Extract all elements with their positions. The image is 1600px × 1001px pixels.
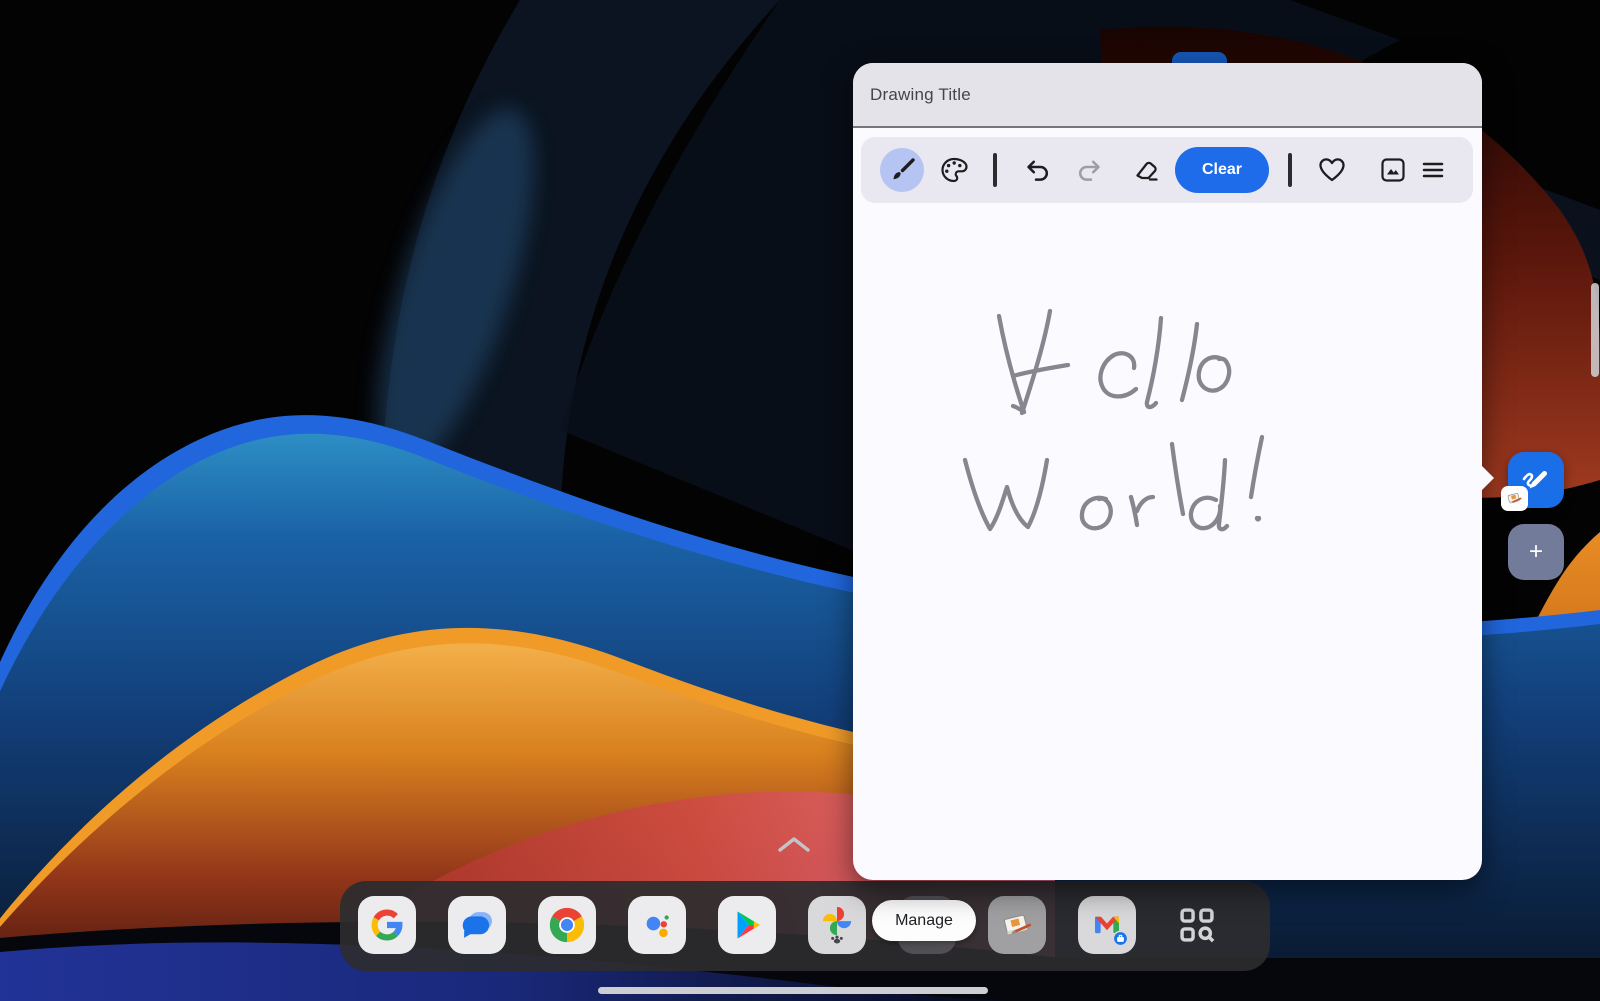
dock-app-grid-search[interactable] xyxy=(1168,896,1226,954)
toolbar-divider xyxy=(1288,153,1292,187)
dock-app-google[interactable] xyxy=(358,896,416,954)
dock-app-messages[interactable] xyxy=(448,896,506,954)
journal-badge xyxy=(1501,486,1528,511)
work-profile-badge-icon xyxy=(1113,931,1127,945)
redo-button[interactable] xyxy=(1075,154,1107,186)
chevron-up-icon xyxy=(775,834,813,854)
brush-tool-button[interactable] xyxy=(886,154,918,186)
undo-button[interactable] xyxy=(1020,154,1052,186)
dock-app-play-store[interactable] xyxy=(718,896,776,954)
dock-app-photos[interactable] xyxy=(808,896,866,954)
panel-expand-arrow[interactable] xyxy=(1481,465,1494,491)
heart-icon xyxy=(1316,154,1348,186)
pen-stroke xyxy=(1022,311,1050,413)
palette-tool-button[interactable] xyxy=(938,154,970,186)
toolbar-divider xyxy=(993,153,997,187)
pen-stroke xyxy=(1013,365,1068,376)
window-title: Drawing Title xyxy=(870,85,971,105)
dock-expand-chevron[interactable] xyxy=(775,834,813,857)
chrome-icon xyxy=(547,905,587,945)
window-titlebar[interactable]: Drawing Title xyxy=(853,63,1482,128)
plus-icon: + xyxy=(1529,538,1543,565)
add-note-button[interactable]: + xyxy=(1508,524,1564,580)
pen-stroke xyxy=(1172,444,1183,514)
pen-stroke xyxy=(965,460,1047,529)
eraser-icon xyxy=(1131,154,1163,186)
manage-tooltip[interactable]: Manage xyxy=(872,900,976,941)
insert-image-button[interactable] xyxy=(1377,154,1409,186)
drawing-app-window: Drawing Title xyxy=(853,63,1482,880)
dock-app-chrome[interactable] xyxy=(538,896,596,954)
handwriting xyxy=(853,203,1482,880)
photos-icon xyxy=(815,903,859,947)
journal-mini-icon xyxy=(1504,489,1525,508)
dock-app-journal[interactable] xyxy=(988,896,1046,954)
drawing-canvas[interactable] xyxy=(853,203,1482,880)
pen-stroke xyxy=(1219,460,1227,529)
image-icon xyxy=(1377,154,1409,186)
hamburger-menu-icon xyxy=(1417,154,1449,186)
taskbar-dock xyxy=(340,881,1270,971)
pen-stroke xyxy=(1100,353,1136,396)
pen-stroke xyxy=(1199,357,1229,390)
pen-stroke xyxy=(999,316,1024,412)
gmail-icon xyxy=(1086,904,1128,946)
clear-button[interactable]: Clear xyxy=(1175,147,1269,193)
pen-stroke xyxy=(1137,497,1153,511)
redo-icon xyxy=(1075,154,1107,186)
pen-stroke xyxy=(1147,318,1161,407)
pen-stroke xyxy=(1182,324,1197,400)
journal-bubble-button[interactable] xyxy=(1508,452,1564,508)
pen-stroke xyxy=(1191,498,1220,528)
edge-scrollbar[interactable] xyxy=(1591,283,1599,377)
favorite-button[interactable] xyxy=(1316,154,1348,186)
gesture-nav-bar[interactable] xyxy=(598,987,988,994)
dock-app-assistant[interactable] xyxy=(628,896,686,954)
palette-icon xyxy=(938,154,970,186)
google-icon xyxy=(369,907,405,943)
brush-icon xyxy=(886,154,918,186)
play-store-icon xyxy=(728,906,766,944)
pen-stroke xyxy=(1251,437,1262,497)
screen: Manage Drawing Title xyxy=(0,0,1600,1001)
assistant-icon xyxy=(637,905,677,945)
paw-badge-icon xyxy=(831,936,843,944)
eraser-tool-button[interactable] xyxy=(1131,154,1163,186)
manage-tooltip-label: Manage xyxy=(895,912,953,930)
pen-stroke xyxy=(1257,518,1259,520)
messages-icon xyxy=(457,905,497,945)
dock-app-gmail[interactable] xyxy=(1078,896,1136,954)
menu-button[interactable] xyxy=(1417,154,1449,186)
pen-stroke xyxy=(1082,498,1111,528)
journal-icon xyxy=(996,904,1038,946)
undo-icon xyxy=(1020,154,1052,186)
app-grid-search-icon xyxy=(1175,903,1219,947)
